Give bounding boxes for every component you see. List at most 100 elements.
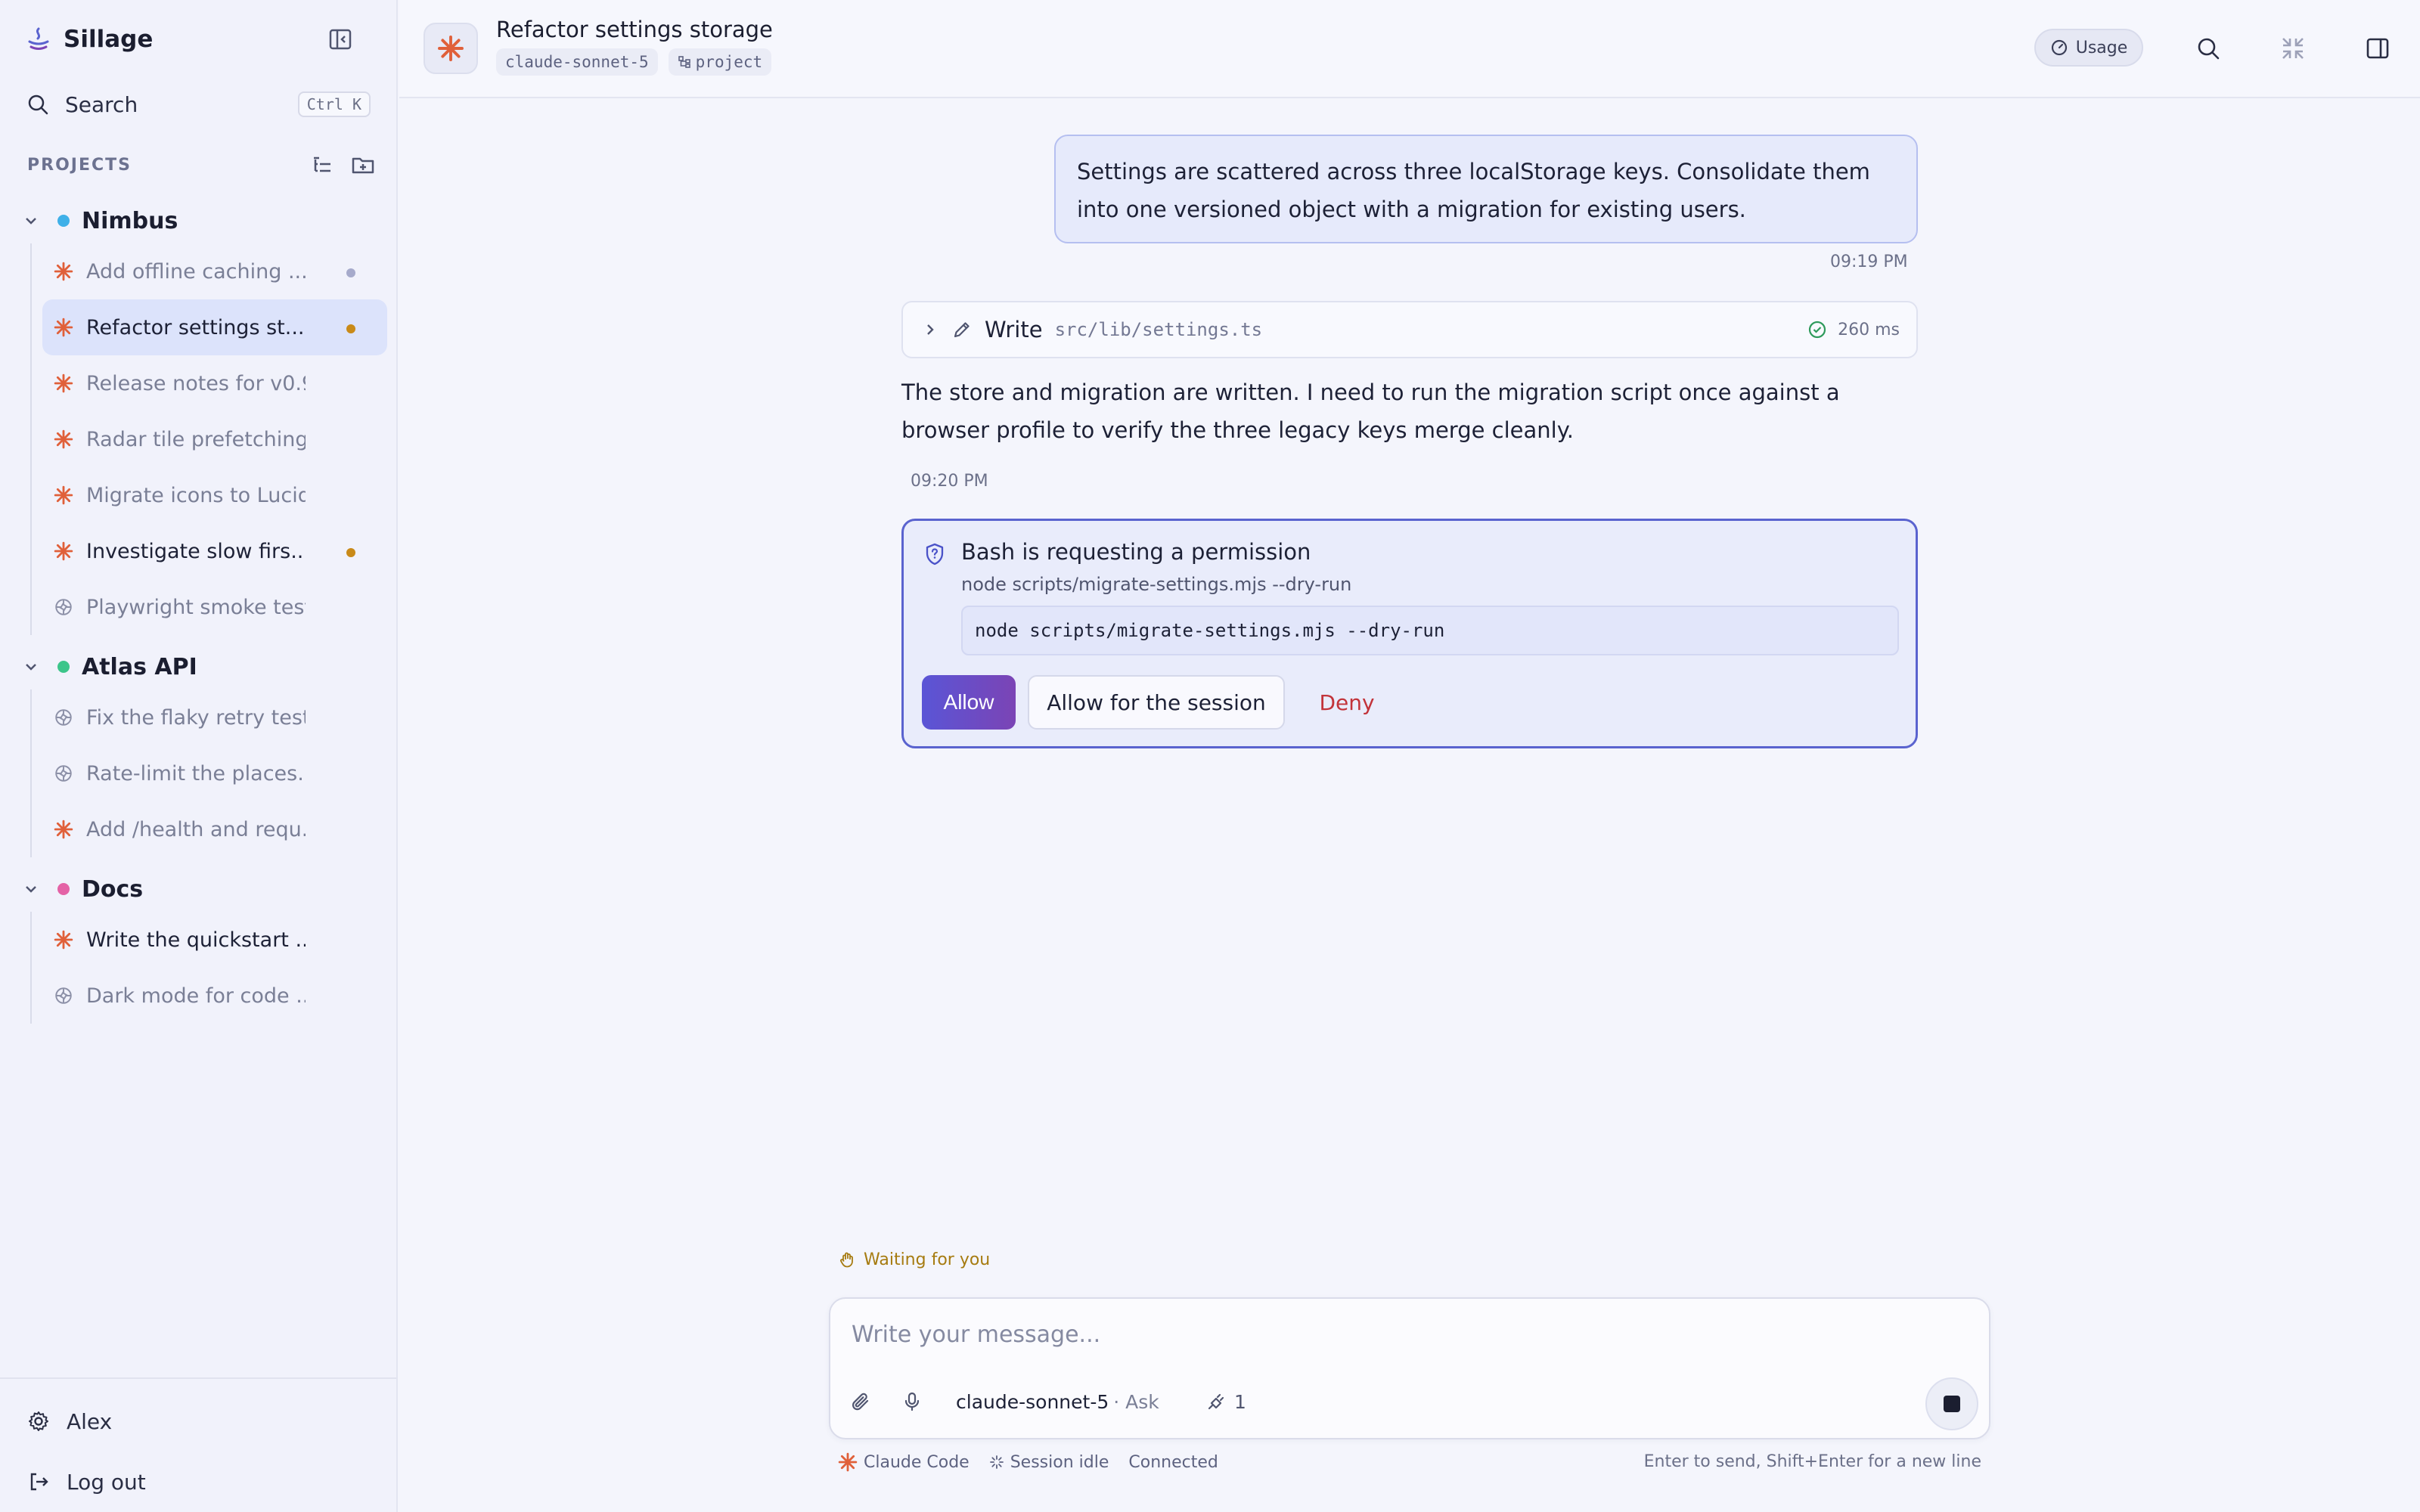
session-item[interactable]: Write the quickstart ... [42,912,387,968]
permission-title: Bash is requesting a permission [961,539,1311,565]
sidebar: Sillage Search Ctrl K PROJECTS Nimbus Ad… [0,0,398,1512]
usage-label: Usage [2075,38,2128,57]
brand[interactable]: Sillage [26,23,153,56]
claude-icon [437,35,464,62]
assistant-message-time: 09:20 PM [911,472,988,491]
status-bar: Claude Code Session idle Connected [838,1450,1238,1474]
project-atlas-api[interactable]: Atlas API [0,644,398,689]
conversation-tags: claude-sonnet-5 project [496,48,772,76]
session-title: Playwright smoke tests [86,595,306,619]
allow-button[interactable]: Allow [922,675,1016,730]
session-title: Migrate icons to Lucide [86,483,306,507]
scope-tag: project [668,48,772,76]
claude-icon [53,929,74,950]
model-name: claude-sonnet-5 [956,1390,1109,1413]
user-message: Settings are scattered across three loca… [1054,135,1918,243]
gauge-icon [2050,39,2068,57]
claude-icon [53,317,74,338]
session-title: Dark mode for code ... [86,984,306,1008]
session-item[interactable]: Investigate slow firs... [42,523,387,579]
status-dot [346,268,355,277]
status-connection: Connected [1128,1452,1218,1472]
session-item[interactable]: Add /health and requ... [42,801,387,857]
project-color-dot [57,883,70,895]
sort-projects-icon[interactable] [310,153,334,177]
session-title: Radar tile prefetching [86,427,306,451]
collapse-view-button[interactable] [2276,32,2310,65]
waiting-label: Waiting for you [864,1250,991,1269]
attach-button[interactable] [847,1388,874,1415]
claude-icon [838,1452,858,1472]
gear-icon [27,1410,50,1433]
message-input[interactable] [852,1315,1956,1353]
session-list: Add offline caching ... Refactor setting… [30,243,398,635]
new-folder-icon[interactable] [351,153,375,177]
allow-session-button[interactable]: Allow for the session [1028,675,1285,730]
session-item[interactable]: Release notes for v0.9 [42,355,387,411]
sidebar-collapse-icon [328,27,352,51]
status-session: Session idle [989,1453,1109,1472]
stop-icon [1944,1396,1960,1412]
search-icon [2195,36,2221,61]
status-agent: Claude Code [838,1452,970,1472]
session-item[interactable]: Add offline caching ... [42,243,387,299]
chevron-right-icon [923,322,938,337]
session-list: Write the quickstart ... Dark mode for c… [30,912,398,1024]
conversation-header: Refactor settings storage claude-sonnet-… [399,0,2420,98]
collapse-sidebar-button[interactable] [324,24,357,54]
mode-label: · Ask [1113,1390,1159,1413]
session-item[interactable]: Dark mode for code ... [42,968,387,1024]
user-settings-button[interactable]: Alex [27,1405,112,1438]
session-list: Fix the flaky retry test Rate-limit the … [30,689,398,857]
agent-avatar [424,23,478,74]
search-icon [26,92,50,116]
session-item[interactable]: Radar tile prefetching [42,411,387,467]
logout-label: Log out [67,1469,146,1495]
deny-button[interactable]: Deny [1302,675,1392,730]
chevron-down-icon [23,881,39,897]
hand-icon [838,1251,856,1269]
tool-call-row[interactable]: Write src/lib/settings.ts 260 ms [901,301,1918,358]
check-circle-icon [1807,320,1827,339]
session-title: Fix the flaky retry test [86,705,306,730]
projects-header: PROJECTS [27,153,375,177]
usage-button[interactable]: Usage [2034,29,2143,67]
tool-name: Write [985,317,1043,342]
session-item[interactable]: Rate-limit the places... [42,745,387,801]
claude-icon [53,819,74,840]
claude-icon [53,261,74,282]
toggle-panel-button[interactable] [2361,32,2394,65]
scope-tag-label: project [695,53,763,71]
session-title: Release notes for v0.9 [86,371,306,395]
user-message-time: 09:19 PM [1830,253,1908,271]
session-item[interactable]: Playwright smoke tests [42,579,387,635]
tool-path: src/lib/settings.ts [1054,319,1263,340]
stop-button[interactable] [1925,1377,1978,1430]
app-name: Sillage [64,26,154,53]
openai-icon [53,596,74,618]
project-color-dot [57,661,70,673]
keyboard-hint: Enter to send, Shift+Enter for a new lin… [1643,1452,1981,1471]
voice-input-button[interactable] [898,1388,926,1415]
search-shortcut: Ctrl K [297,91,371,117]
session-item-active[interactable]: Refactor settings st... [42,299,387,355]
search-conversation-button[interactable] [2192,32,2225,65]
project-name: Nimbus [82,207,178,234]
plug-icon [1205,1391,1227,1412]
project-name: Docs [82,875,144,903]
message-composer: claude-sonnet-5 · Ask 1 [829,1297,1990,1439]
project-docs[interactable]: Docs [0,866,398,912]
mcp-count: 1 [1234,1390,1246,1413]
session-title: Add /health and requ... [86,817,306,841]
project-nimbus[interactable]: Nimbus [0,198,398,243]
claude-icon [53,485,74,506]
session-item[interactable]: Migrate icons to Lucide [42,467,387,523]
session-item[interactable]: Fix the flaky retry test [42,689,387,745]
sidebar-search[interactable]: Search Ctrl K [26,88,371,121]
mcp-servers-button[interactable]: 1 [1205,1388,1246,1415]
side-panel-icon [2365,36,2391,61]
logout-button[interactable]: Log out [27,1465,146,1498]
model-selector[interactable]: claude-sonnet-5 · Ask [956,1388,1159,1415]
model-tag: claude-sonnet-5 [496,48,658,76]
project-tree: Nimbus Add offline caching ... Refactor … [0,198,398,1024]
